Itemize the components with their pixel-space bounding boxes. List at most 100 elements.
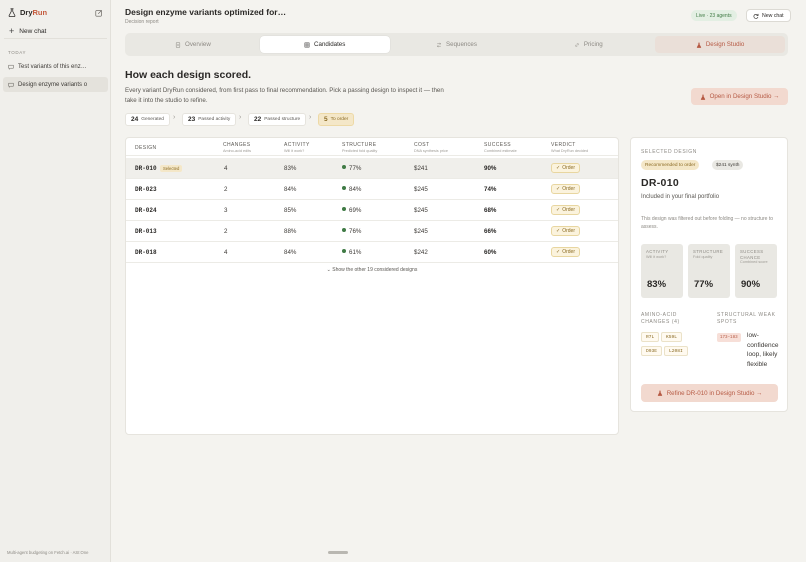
table-header: DESIGN CHANGES Amino-acid edits ACTIVITY W…	[126, 138, 618, 156]
cost-cell: $245	[414, 228, 428, 235]
weak-spot-chip: 173–183	[717, 333, 741, 342]
changes-cell: 4	[224, 165, 228, 172]
verdict-badge: ✓ Order	[551, 247, 580, 257]
col-activity[interactable]: ACTIVITY Will it work?	[284, 142, 310, 153]
col-label: COST	[414, 142, 430, 148]
structure-cell: 84%	[342, 186, 361, 193]
history-item-label: Test variants of this enz…	[18, 63, 87, 70]
section-heading: How each design scored.	[125, 69, 252, 81]
flask-icon	[700, 94, 705, 100]
funnel-label: Generated	[141, 117, 164, 122]
check-icon: ✓	[556, 165, 561, 171]
structural-weak-spots-label: STRUCTURAL WEAK SPOTS	[717, 312, 776, 325]
show-more-designs-button[interactable]: ⌄ Show the other 19 considered designs	[126, 267, 618, 273]
grid-icon	[304, 42, 310, 47]
design-id: DR-023	[135, 186, 157, 193]
metric-value: 77%	[694, 279, 714, 290]
tab-sequences[interactable]: Sequences	[392, 36, 522, 53]
selected-badge: Selected	[160, 165, 183, 172]
tab-overview[interactable]: Overview	[128, 36, 258, 53]
funnel-step-passed-activity: 23 Passed activity	[182, 113, 237, 126]
flask-icon	[657, 390, 662, 396]
check-icon: ✓	[556, 186, 561, 192]
tab-candidates[interactable]: Candidates	[259, 36, 390, 53]
table-row[interactable]: DR-013 2 88% 76% $245 66% ✓ Order	[126, 221, 618, 242]
funnel-count: 23	[188, 116, 196, 123]
cost-cell: $241	[414, 165, 428, 172]
design-id: DR-024	[135, 207, 157, 214]
table-row[interactable]: DR-024 3 85% 69% $245 68% ✓ Order	[126, 200, 618, 221]
structure-value: 61%	[349, 249, 362, 256]
chat-bubble-icon	[8, 82, 14, 88]
metric-success-chance: SUCCESS CHANCE Combined score 90%	[735, 244, 777, 298]
metric-sub: Fold quality	[693, 254, 713, 259]
structure-value: 69%	[349, 207, 362, 214]
weak-spot-description: low-confidence loop, likely flexible	[747, 332, 779, 368]
brand-name-prefix: Dry	[20, 8, 33, 17]
horizontal-scrollbar[interactable]	[328, 551, 348, 554]
live-agents-badge: Live · 23 agents	[691, 10, 737, 21]
structure-value: 77%	[349, 165, 362, 172]
design-id: DR-018	[135, 249, 157, 256]
compose-icon[interactable]	[95, 9, 103, 17]
changes-cell: 4	[224, 249, 228, 256]
amino-acid-changes-label: AMINO-ACID CHANGES (4)	[641, 312, 680, 325]
activity-cell: 85%	[284, 207, 297, 214]
funnel-count: 24	[131, 116, 139, 123]
open-in-design-studio-button[interactable]: Open in Design Studio →	[691, 88, 788, 105]
col-label: STRUCTURE	[342, 142, 377, 148]
col-design[interactable]: DESIGN	[135, 145, 157, 151]
page-subtitle: Decision report	[125, 19, 159, 25]
refine-label: Refine DR-010 in Design Studio →	[666, 389, 763, 397]
tab-pricing[interactable]: Pricing	[523, 36, 653, 53]
col-sub: What DryRun decided	[551, 149, 589, 153]
status-dot-icon	[342, 228, 346, 232]
metric-sub: Combined score	[740, 260, 768, 264]
verdict-label: Order	[562, 207, 575, 213]
col-sub: Amino-acid edits	[223, 149, 252, 153]
selected-design-subtitle: Included in your final portfolio	[641, 194, 720, 200]
table-row[interactable]: DR-010 Selected 4 83% 77% $241 90% ✓ Orde…	[126, 158, 618, 179]
sidebar-new-chat-button[interactable]: + New chat	[4, 25, 107, 39]
col-sub: Predicted fold quality	[342, 149, 378, 153]
tab-label: Sequences	[446, 41, 477, 48]
table-row[interactable]: DR-023 2 84% 84% $245 74% ✓ Order	[126, 179, 618, 200]
metric-sub: Will it work?	[646, 254, 667, 259]
candidates-table: DESIGN CHANGES Amino-acid edits ACTIVITY W…	[125, 137, 619, 435]
col-verdict[interactable]: VERDICT What DryRun decided	[551, 142, 588, 153]
refine-in-design-studio-button[interactable]: Refine DR-010 in Design Studio →	[641, 384, 778, 402]
design-id: DR-010	[135, 165, 157, 172]
table-row[interactable]: DR-018 4 84% 61% $242 60% ✓ Order	[126, 242, 618, 263]
changes-cell: 3	[224, 207, 228, 214]
structure-cell: 76%	[342, 228, 361, 235]
tab-design-studio[interactable]: Design Studio	[655, 36, 785, 53]
verdict-label: Order	[562, 228, 575, 234]
col-changes[interactable]: CHANGES Amino-acid edits	[223, 142, 251, 153]
header-new-chat-button[interactable]: New chat	[746, 9, 791, 22]
col-success[interactable]: SUCCESS Combined estimate	[484, 142, 517, 153]
col-structure[interactable]: STRUCTURE Predicted fold quality	[342, 142, 377, 153]
metric-activity: ACTIVITY Will it work? 83%	[641, 244, 683, 298]
new-chat-label: New chat	[762, 12, 784, 19]
cost-cell: $245	[414, 207, 428, 214]
history-item-1[interactable]: Test variants of this enz…	[3, 59, 108, 74]
tab-bar: Overview Candidates Sequences Pricing De…	[125, 33, 788, 56]
activity-cell: 84%	[284, 249, 297, 256]
col-sub: Combined estimate	[484, 149, 517, 153]
funnel-step-to-order: 5 To order	[318, 113, 355, 126]
new-chat-label: New chat	[19, 28, 47, 35]
col-label: DESIGN	[135, 145, 157, 151]
history-item-2[interactable]: Design enzyme variants o	[3, 77, 108, 92]
brand-name-suffix: Run	[32, 8, 48, 17]
brand[interactable]: Dry Run	[8, 8, 47, 17]
selected-design-panel: SELECTED DESIGN Recommended to order $24…	[630, 137, 788, 412]
plus-icon: +	[9, 26, 15, 36]
structure-cell: 69%	[342, 207, 361, 214]
page-title: Design enzyme variants optimized for…	[125, 7, 287, 17]
col-cost[interactable]: COST DNA synthesis price	[414, 142, 448, 153]
cost-cell: $242	[414, 249, 428, 256]
refresh-icon	[753, 13, 759, 19]
selected-design-note: This design was filtered out before fold…	[641, 216, 774, 230]
chevron-right-icon: ›	[309, 114, 312, 121]
chat-bubble-icon	[8, 64, 14, 70]
